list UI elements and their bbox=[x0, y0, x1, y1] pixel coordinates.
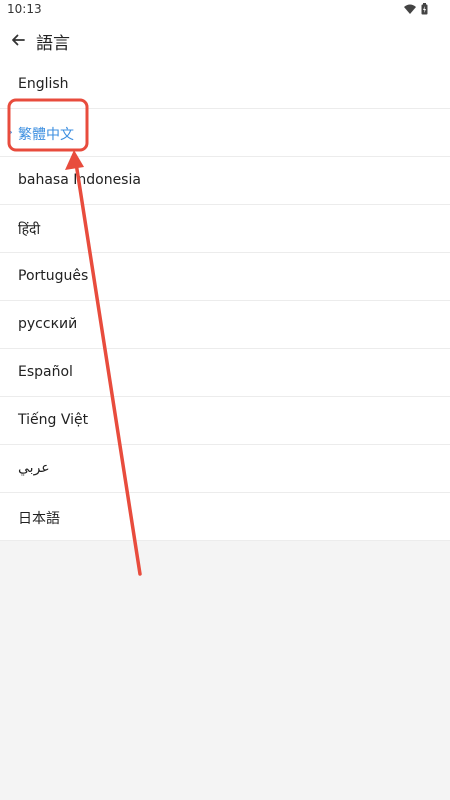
battery-icon bbox=[421, 3, 428, 15]
language-label: عربي bbox=[18, 460, 50, 476]
status-icons bbox=[404, 3, 428, 15]
page-title: 語言 bbox=[36, 34, 70, 54]
language-label: Tiếng Việt bbox=[18, 412, 89, 428]
language-label: हिंदी bbox=[18, 222, 41, 238]
language-item-hindi[interactable]: हिंदी bbox=[0, 205, 450, 253]
language-item-vietnamese[interactable]: Tiếng Việt bbox=[0, 397, 450, 445]
language-item-japanese[interactable]: 日本語 bbox=[0, 493, 450, 541]
language-list: English › 繁體中文 bahasa Indonesia हिंदी Po… bbox=[0, 61, 450, 541]
status-time: 10:13 bbox=[7, 2, 42, 16]
language-label: English bbox=[18, 76, 69, 92]
language-label: bahasa Indonesia bbox=[18, 172, 141, 188]
language-label: 繁體中文 bbox=[18, 127, 74, 143]
status-bar: 10:13 bbox=[0, 0, 450, 20]
language-label: Português bbox=[18, 268, 89, 284]
arrow-left-icon bbox=[12, 34, 25, 46]
language-item-traditional-chinese[interactable]: › 繁體中文 bbox=[0, 109, 450, 157]
language-item-spanish[interactable]: Español bbox=[0, 349, 450, 397]
app-bar: 語言 bbox=[0, 20, 450, 62]
language-item-russian[interactable]: русский bbox=[0, 301, 450, 349]
language-label: Español bbox=[18, 364, 73, 380]
language-item-arabic[interactable]: عربي bbox=[0, 445, 450, 493]
wifi-icon bbox=[404, 4, 416, 14]
language-item-english[interactable]: English bbox=[0, 61, 450, 109]
language-label: 日本語 bbox=[18, 511, 60, 527]
language-item-portuguese[interactable]: Português bbox=[0, 253, 450, 301]
language-item-indonesian[interactable]: bahasa Indonesia bbox=[0, 157, 450, 205]
back-button[interactable] bbox=[5, 27, 31, 53]
language-label: русский bbox=[18, 316, 78, 332]
selected-indicator-icon: › bbox=[8, 125, 13, 139]
